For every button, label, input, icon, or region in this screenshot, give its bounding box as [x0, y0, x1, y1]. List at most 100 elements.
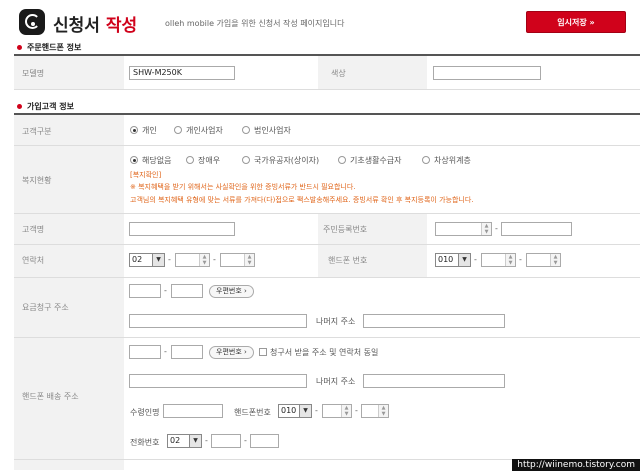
customer-type-radio-corp[interactable] [242, 126, 250, 134]
dropdown-arrow-icon: ▼ [189, 435, 201, 447]
color-label: 색상 [331, 69, 346, 78]
welfare-option: 차상위계층 [434, 156, 471, 165]
watermark-url: http://wiinemo.tistory.com [512, 459, 640, 471]
bullet-icon [17, 45, 22, 50]
billing-zip-back[interactable] [171, 284, 203, 298]
welfare-option: 기초생활수급자 [350, 156, 402, 165]
bullet-icon [17, 104, 22, 109]
customer-type-option: 개인사업자 [186, 126, 223, 135]
dash: - [315, 406, 318, 415]
mobile-prefix-select[interactable]: 010 ▼ [435, 253, 471, 267]
model-label: 모델명 [22, 69, 45, 78]
recipient-label: 수령인명 [130, 408, 160, 417]
rrn-label: 주민등록번호 [323, 225, 368, 234]
delivery-address-input[interactable] [129, 374, 307, 388]
mobile-last-input[interactable]: ▲ ▼ [526, 253, 561, 267]
phone-area-value: 02 [170, 436, 181, 445]
welfare-note: 고객님의 복지혜택 유형에 맞는 서류를 가져다(다)접으로 팩스발송해주세요.… [130, 196, 474, 204]
delivery-address-label: 핸드폰 배송 주소 [22, 392, 79, 401]
row-divider [14, 277, 640, 278]
billing-rest-address-input[interactable] [363, 314, 505, 328]
delivery-zip-front[interactable] [129, 345, 161, 359]
row-divider [14, 89, 640, 90]
welfare-option: 국가유공자(상이자) [254, 156, 320, 165]
phone-last-input[interactable] [250, 434, 279, 448]
contact-area-select[interactable]: 02 ▼ [129, 253, 165, 267]
mobile-mid-input[interactable]: ▲ ▼ [481, 253, 516, 267]
delivery-mobile-last-input[interactable]: ▲ ▼ [361, 404, 389, 418]
billing-rest-address-label: 나머지 주소 [316, 317, 356, 326]
delivery-mobile-label: 핸드폰번호 [234, 408, 271, 417]
delivery-rest-address-label: 나머지 주소 [316, 377, 356, 386]
phone-mid-input[interactable] [211, 434, 241, 448]
billing-address-input[interactable] [129, 314, 307, 328]
spinner-icon: ▲ ▼ [341, 405, 351, 417]
contact-area-value: 02 [132, 255, 143, 264]
customer-type-option: 법인사업자 [254, 126, 291, 135]
recipient-input[interactable] [163, 404, 223, 418]
delivery-mobile-mid-input[interactable]: ▲ ▼ [322, 404, 352, 418]
welfare-radio-near-poverty[interactable] [422, 156, 430, 164]
dash: - [244, 436, 247, 445]
title-accent: 작성 [105, 16, 138, 36]
spinner-icon: ▲ ▼ [378, 405, 388, 417]
contact-last-input[interactable]: ▲ ▼ [220, 253, 255, 267]
contact-label: 연락처 [22, 256, 45, 265]
mobile-label: 핸드폰 번호 [328, 256, 368, 265]
welfare-radio-none[interactable] [130, 156, 138, 164]
phone-label: 전화번호 [130, 438, 160, 447]
spinner-icon: ▲ ▼ [505, 254, 515, 266]
label-column [14, 115, 124, 470]
welfare-label: 복지현황 [22, 176, 52, 185]
mobile-prefix-value: 010 [438, 255, 454, 264]
rrn-front-input[interactable]: ▲ ▼ [435, 222, 492, 236]
customer-type-radio-sole[interactable] [174, 126, 182, 134]
billing-address-label: 요금청구 주소 [22, 303, 69, 312]
same-as-billing-checkbox[interactable] [259, 348, 267, 356]
delivery-mobile-prefix-value: 010 [281, 406, 297, 415]
delivery-zip-search-button[interactable]: 우편번호 › [209, 346, 254, 359]
row-divider [14, 213, 640, 214]
dash: - [519, 255, 522, 264]
phone-section-title-text: 주문핸드폰 정보 [27, 43, 82, 52]
welfare-radio-disabled[interactable] [186, 156, 194, 164]
delivery-mobile-prefix-select[interactable]: 010 ▼ [278, 404, 312, 418]
name-label: 고객명 [22, 225, 45, 234]
dropdown-arrow-icon: ▼ [458, 254, 470, 266]
dash: - [355, 406, 358, 415]
delivery-zip-back[interactable] [171, 345, 203, 359]
phone-area-select[interactable]: 02 ▼ [167, 434, 202, 448]
dash: - [495, 224, 498, 233]
page-subtitle: olleh mobile 가입을 위한 신청서 작성 페이지입니다 [165, 19, 345, 28]
spinner-icon: ▲ ▼ [244, 254, 254, 266]
model-input[interactable]: SHW-M250K [129, 66, 235, 80]
row-divider [14, 244, 640, 245]
customer-section-title: 가입고객 정보 [17, 101, 74, 112]
row-divider [14, 337, 640, 338]
spinner-icon: ▲ ▼ [199, 254, 209, 266]
welfare-radio-veteran[interactable] [242, 156, 250, 164]
billing-zip-search-button[interactable]: 우편번호 › [209, 285, 254, 298]
title-main: 신청서 [53, 16, 100, 36]
name-input[interactable] [129, 222, 235, 236]
color-input[interactable] [433, 66, 541, 80]
phone-section-title: 주문핸드폰 정보 [17, 42, 81, 53]
welfare-check-link[interactable]: [복지확인] [130, 170, 161, 180]
rrn-back-input[interactable] [501, 222, 572, 236]
welfare-option: 해당없음 [142, 156, 172, 165]
spinner-icon: ▲ ▼ [550, 254, 560, 266]
customer-section-title-text: 가입고객 정보 [27, 102, 74, 111]
dash: - [213, 255, 216, 264]
customer-type-label: 고객구분 [22, 127, 52, 136]
welfare-radio-basic[interactable] [338, 156, 346, 164]
same-as-billing-label: 청구서 받을 주소 및 연락처 동일 [270, 348, 379, 357]
delivery-rest-address-input[interactable] [363, 374, 505, 388]
temp-save-button[interactable]: 임시저장 » [526, 11, 626, 33]
billing-zip-front[interactable] [129, 284, 161, 298]
customer-type-radio-individual[interactable] [130, 126, 138, 134]
dash: - [164, 286, 167, 295]
olleh-logo [19, 9, 45, 35]
welfare-option: 장애우 [198, 156, 221, 165]
row-divider [14, 145, 640, 146]
contact-mid-input[interactable]: ▲ ▼ [175, 253, 210, 267]
